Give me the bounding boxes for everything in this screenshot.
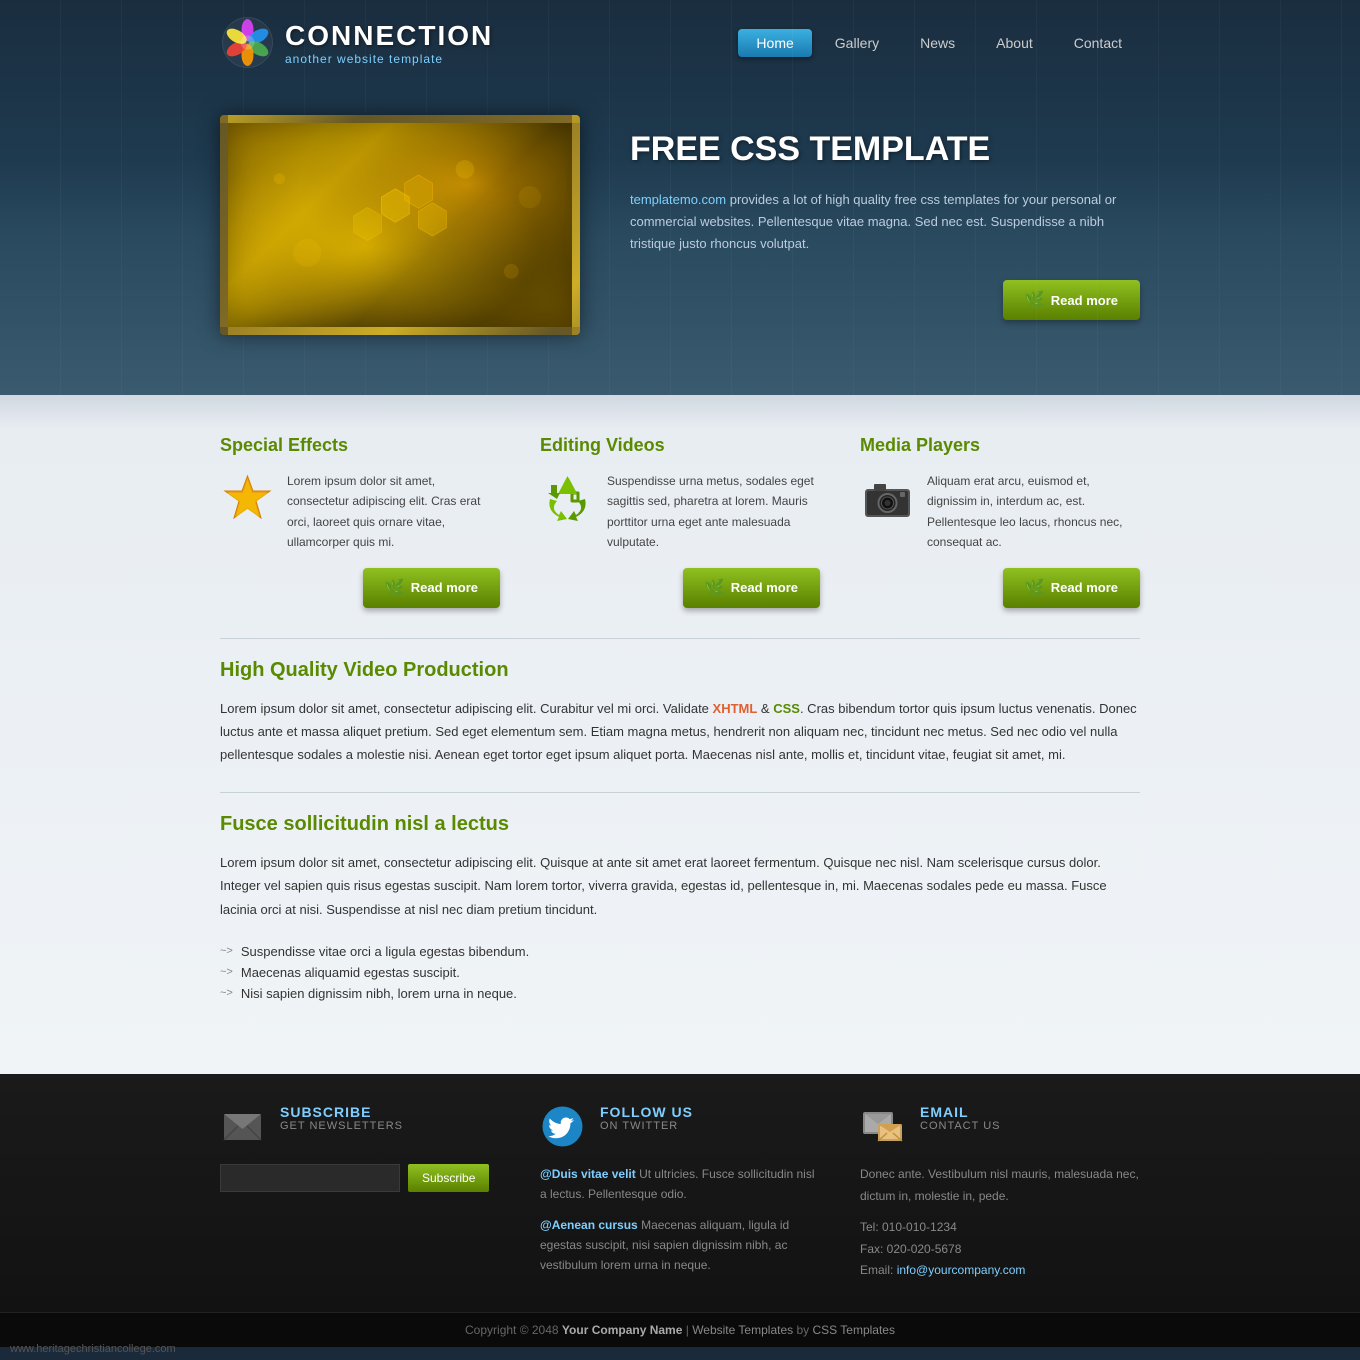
feature-col-3-body: Aliquam erat arcu, euismod et, dignissim… [927, 471, 1140, 553]
read-more-icon-2: 🌿 [705, 578, 725, 598]
footer-subscribe: SUBSCRIBE GET NEWSLETTERS Subscribe [220, 1104, 500, 1282]
feature-col-1-read-more[interactable]: 🌿 Read more [363, 568, 500, 608]
feature-col-1-body: Lorem ipsum dolor sit amet, consectetur … [287, 471, 500, 553]
subscribe-subtitle: GET NEWSLETTERS [280, 1120, 403, 1132]
feature-col-2-read-more[interactable]: 🌿 Read more [683, 568, 820, 608]
video-section-body: Lorem ipsum dolor sit amet, consectetur … [220, 697, 1140, 767]
recycle-icon [540, 471, 595, 526]
hero-title: FREE CSS TEMPLATE [630, 130, 1140, 169]
fusce-section-body: Lorem ipsum dolor sit amet, consectetur … [220, 851, 1140, 921]
footer-subscribe-header: SUBSCRIBE GET NEWSLETTERS [220, 1104, 500, 1149]
logo: CONNECTION another website template [220, 15, 493, 70]
email-icon [860, 1104, 905, 1149]
hero-link[interactable]: templatemo.com [630, 192, 726, 207]
subscribe-title: SUBSCRIBE [280, 1104, 403, 1120]
camera-icon [860, 471, 915, 526]
hero-image [220, 115, 580, 335]
twitter-title: FOLLOW US [600, 1104, 693, 1120]
subscribe-form: Subscribe [220, 1164, 500, 1192]
logo-icon [220, 15, 275, 70]
email-fax: Fax: 020-020-5678 [860, 1239, 1140, 1261]
nav-about[interactable]: About [978, 29, 1051, 57]
subscribe-input[interactable] [220, 1164, 400, 1192]
copyright-text: Copyright © 2048 [465, 1323, 559, 1337]
feature-col-2-read-more-label: Read more [731, 580, 798, 595]
twitter-subtitle: ON TWITTER [600, 1120, 693, 1132]
xhtml-link[interactable]: XHTML [713, 701, 758, 716]
footer-twitter-header: FOLLOW US ON TWITTER [540, 1104, 820, 1149]
email-body: Donec ante. Vestibulum nisl mauris, male… [860, 1164, 1140, 1207]
feature-col-3-read-more-label: Read more [1051, 580, 1118, 595]
main-nav: Home Gallery News About Contact [738, 29, 1140, 57]
subscribe-icon [220, 1104, 265, 1149]
divider-2 [220, 792, 1140, 793]
nav-gallery[interactable]: Gallery [817, 29, 897, 57]
twitter-user-2[interactable]: @Aenean cursus [540, 1218, 638, 1232]
hero-content: FREE CSS TEMPLATE templatemo.com provide… [630, 130, 1140, 320]
hero-read-more-label: Read more [1051, 293, 1118, 308]
logo-subtitle: another website template [285, 52, 493, 66]
footer-email: EMAIL CONTACT US Donec ante. Vestibulum … [860, 1104, 1140, 1282]
twitter-tweets: @Duis vitae velit Ut ultricies. Fusce so… [540, 1164, 820, 1276]
website-templates-link[interactable]: Website Templates [692, 1323, 793, 1337]
nav-news[interactable]: News [902, 29, 973, 57]
email-addr-line: Email: info@yourcompany.com [860, 1260, 1140, 1282]
feature-col-1-read-more-label: Read more [411, 580, 478, 595]
read-more-icon: 🌿 [1025, 290, 1045, 310]
fusce-section-title: Fusce sollicitudin nisl a lectus [220, 813, 1140, 836]
twitter-icon [540, 1104, 585, 1149]
nav-contact[interactable]: Contact [1056, 29, 1140, 57]
footer-copyright: Copyright © 2048 Your Company Name | Web… [0, 1312, 1360, 1347]
fusce-list-item: Nisi sapien dignissim nibh, lorem urna i… [220, 983, 1140, 1004]
feature-col-2-title: Editing Videos [540, 435, 820, 456]
feature-col-3-read-more[interactable]: 🌿 Read more [1003, 568, 1140, 608]
footer: SUBSCRIBE GET NEWSLETTERS Subscribe [140, 1104, 1220, 1312]
footer-email-header: EMAIL CONTACT US [860, 1104, 1140, 1149]
fusce-section: Fusce sollicitudin nisl a lectus Lorem i… [220, 813, 1140, 1004]
hero-body: templatemo.com provides a lot of high qu… [630, 189, 1140, 255]
css-link[interactable]: CSS [773, 701, 800, 716]
nav-home[interactable]: Home [738, 29, 811, 57]
feature-col-2: Editing Videos Suspendisse urna metus, s… [540, 435, 820, 608]
twitter-user-1[interactable]: @Duis vitae velit [540, 1167, 636, 1181]
watermark: www.heritagechristiancollege.com [10, 1343, 176, 1355]
email-title: EMAIL [920, 1104, 1001, 1120]
subscribe-button[interactable]: Subscribe [408, 1164, 489, 1192]
features-section: Special Effects Lorem ipsum dolor sit am… [220, 435, 1140, 608]
logo-title: CONNECTION [285, 20, 493, 52]
read-more-icon-3: 🌿 [1025, 578, 1045, 598]
feature-col-1: Special Effects Lorem ipsum dolor sit am… [220, 435, 500, 608]
hero-body-text: provides a lot of high quality free css … [630, 192, 1116, 251]
email-details: Donec ante. Vestibulum nisl mauris, male… [860, 1164, 1140, 1282]
feature-col-3: Media Players Aliquam erat a [860, 435, 1140, 608]
feature-col-2-body: Suspendisse urna metus, sodales eget sag… [607, 471, 820, 553]
hero-read-more-button[interactable]: 🌿 Read more [1003, 280, 1140, 320]
footer-twitter: FOLLOW US ON TWITTER @Duis vitae velit U… [540, 1104, 820, 1282]
fusce-list-item: Suspendisse vitae orci a ligula egestas … [220, 941, 1140, 962]
read-more-icon-1: 🌿 [385, 578, 405, 598]
css-templates-link[interactable]: CSS Templates [813, 1323, 895, 1337]
star-icon [220, 471, 275, 526]
video-section-title: High Quality Video Production [220, 659, 1140, 682]
feature-col-3-title: Media Players [860, 435, 1140, 456]
email-address[interactable]: info@yourcompany.com [897, 1263, 1026, 1277]
email-tel: Tel: 010-010-1234 [860, 1217, 1140, 1239]
company-name: Your Company Name [562, 1323, 682, 1337]
logo-text: CONNECTION another website template [285, 20, 493, 66]
feature-col-1-title: Special Effects [220, 435, 500, 456]
fusce-list-item: Maecenas aliquamid egestas suscipit. [220, 962, 1140, 983]
email-subtitle: CONTACT US [920, 1120, 1001, 1132]
fusce-list: Suspendisse vitae orci a ligula egestas … [220, 941, 1140, 1004]
email-label: Email: [860, 1263, 893, 1277]
footer-by: by [796, 1323, 812, 1337]
hero-section: FREE CSS TEMPLATE templatemo.com provide… [140, 85, 1220, 395]
video-section: High Quality Video Production Lorem ipsu… [220, 659, 1140, 767]
divider-1 [220, 638, 1140, 639]
